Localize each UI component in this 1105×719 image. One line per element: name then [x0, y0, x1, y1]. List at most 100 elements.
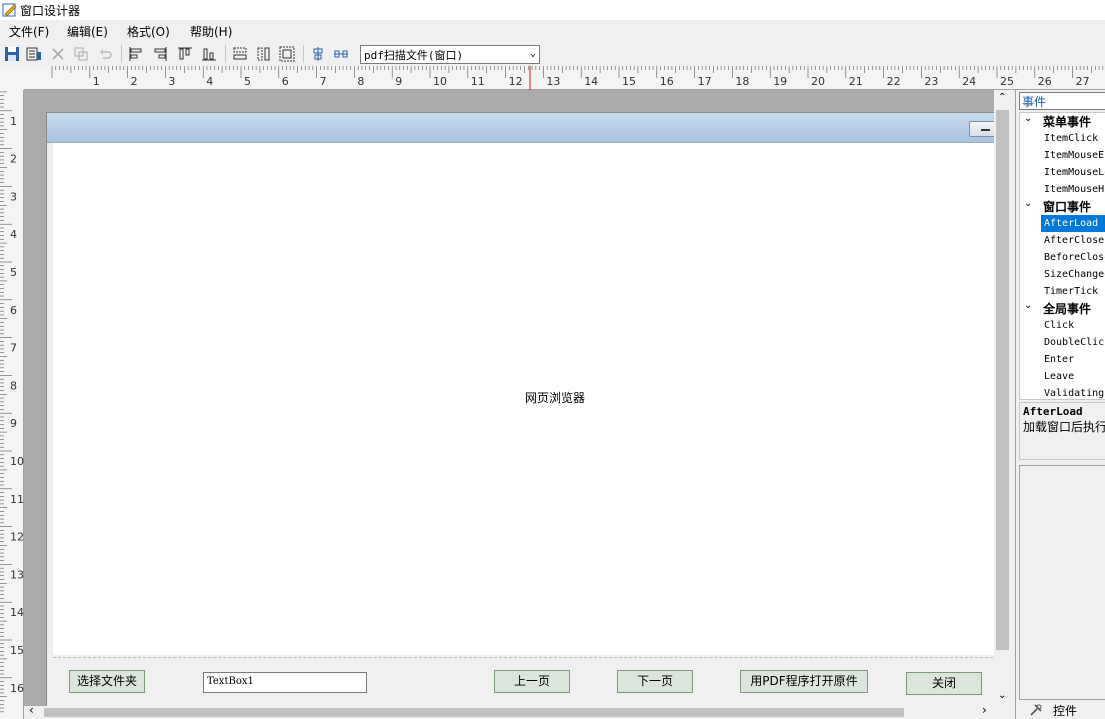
ruler-label: 15 [10, 644, 24, 657]
open-pdf-button[interactable]: 用PDF程序打开原件 [740, 670, 868, 693]
horizontal-ruler-ticks: 1 2 3 4 5 6 7 8 9 10 11 12 13 14 15 16 17 18 19 20 21 22 23 24 2… [51, 66, 1104, 90]
event-item-selected[interactable]: AfterLoad [1041, 215, 1105, 232]
designer-icon [2, 3, 17, 17]
window-select[interactable]: pdf扫描文件(窗口) ⌄ [360, 45, 540, 64]
chevron-down-icon[interactable]: ⌄ [1024, 300, 1032, 311]
textbox1-input[interactable]: TextBox1 [203, 672, 367, 693]
menu-bar: 文件(F) 编辑(E) 格式(O) 帮助(H) [0, 20, 1105, 42]
event-item[interactable]: Validating [1041, 385, 1105, 399]
horizontal-scrollbar[interactable]: ‹ › [24, 703, 994, 719]
event-tree: ⌄ 菜单事件 ItemClick ItemMouseEnter ItemMous… [1019, 112, 1105, 400]
event-item[interactable]: AfterClose [1041, 232, 1105, 249]
window-select-value: pdf扫描文件(窗口) [364, 49, 464, 62]
ruler-label: 10 [433, 75, 447, 88]
menu-file[interactable]: 文件(F) [9, 23, 49, 40]
next-page-button[interactable]: 下一页 [617, 670, 693, 693]
select-folder-button[interactable]: 选择文件夹 [69, 670, 145, 693]
scroll-left-icon[interactable]: ‹ [29, 703, 34, 717]
same-height-icon[interactable] [256, 46, 272, 62]
event-item[interactable]: BeforeClose [1041, 249, 1105, 266]
vertical-ruler: 1234567891011121314151617 [0, 90, 24, 719]
event-item[interactable]: SizeChanged [1041, 266, 1105, 283]
ruler-label: 1 [10, 115, 17, 128]
ruler-label: 7 [10, 342, 17, 355]
toolbar-separator [303, 45, 304, 63]
same-width-icon[interactable] [232, 46, 248, 62]
menu-edit[interactable]: 编辑(E) [67, 23, 108, 40]
ruler-label: 20 [811, 75, 825, 88]
event-item[interactable]: ItemMouseLeave [1041, 164, 1105, 181]
ruler-label: 27 [1076, 75, 1090, 88]
copy-icon[interactable] [73, 46, 89, 62]
ruler-label: 25 [1000, 75, 1014, 88]
event-description-title: AfterLoad [1023, 405, 1083, 418]
toolbar-separator [225, 45, 226, 63]
save-all-icon[interactable] [26, 46, 42, 62]
center-horizontal-icon[interactable] [333, 46, 349, 62]
chevron-down-icon[interactable]: ⌄ [1024, 113, 1032, 124]
designed-form[interactable]: 网页浏览器 选择文件夹 TextBox1 上一页 下一页 用PDF程序打开原件 … [46, 112, 994, 706]
save-icon[interactable] [4, 46, 20, 62]
event-item[interactable]: TimerTick [1041, 283, 1105, 300]
tab-controls[interactable]: 控件 [1019, 702, 1105, 719]
close-button[interactable]: 关闭 [906, 672, 982, 695]
align-left-icon[interactable] [128, 46, 144, 62]
script-editor-area[interactable] [1019, 465, 1105, 700]
tab-controls-label: 控件 [1053, 704, 1078, 718]
event-description-text: 加载窗口后执行 [1023, 420, 1105, 434]
category-window-events[interactable]: ⌄ 窗口事件 [1020, 198, 1105, 215]
ruler-label: 12 [10, 531, 24, 544]
event-description: AfterLoad 加载窗口后执行 [1019, 402, 1105, 460]
category-label: 窗口事件 [1043, 200, 1092, 214]
ruler-label: 4 [10, 228, 17, 241]
event-item[interactable]: DoubleClick [1041, 334, 1105, 351]
ruler-label: 15 [622, 75, 636, 88]
ruler-label: 3 [10, 190, 17, 203]
scroll-right-icon[interactable]: › [982, 703, 987, 717]
form-caption-bar [47, 113, 994, 143]
ruler-label: 16 [10, 682, 24, 695]
event-item[interactable]: Leave [1041, 368, 1105, 385]
event-item[interactable]: Enter [1041, 351, 1105, 368]
event-item[interactable]: Click [1041, 317, 1105, 334]
ruler-label: 10 [10, 455, 24, 468]
vertical-scroll-thumb[interactable] [996, 110, 1009, 650]
horizontal-ruler: 1 2 3 4 5 6 7 8 9 10 11 12 13 14 15 16 17 18 19 20 21 22 23 24 2… [24, 66, 1105, 90]
same-size-icon[interactable] [279, 46, 295, 62]
ruler-label: 5 [10, 266, 17, 279]
align-top-icon[interactable] [177, 46, 193, 62]
window-title: 窗口设计器 [20, 4, 81, 18]
ruler-label: 24 [962, 75, 976, 88]
prev-page-button[interactable]: 上一页 [494, 670, 570, 693]
ruler-corner [0, 66, 24, 90]
ruler-label: 7 [320, 75, 327, 88]
ruler-label: 18 [735, 75, 749, 88]
toolbar: pdf扫描文件(窗口) ⌄ [0, 42, 1105, 66]
web-browser-control[interactable]: 网页浏览器 [53, 143, 994, 655]
ruler-label: 26 [1038, 75, 1052, 88]
vertical-scrollbar[interactable]: ⌃ ⌄ [994, 90, 1011, 706]
tools-icon [1030, 704, 1042, 716]
align-bottom-icon[interactable] [201, 46, 217, 62]
ruler-label: 2 [10, 153, 17, 166]
minimize-icon[interactable] [969, 121, 994, 137]
ruler-label: 5 [244, 75, 251, 88]
event-item[interactable]: ItemClick [1041, 130, 1105, 147]
category-global-events[interactable]: ⌄ 全局事件 [1020, 300, 1105, 317]
button-panel: 选择文件夹 TextBox1 上一页 下一页 用PDF程序打开原件 关闭 [53, 657, 994, 706]
category-menu-events[interactable]: ⌄ 菜单事件 [1020, 113, 1105, 130]
delete-icon[interactable] [50, 46, 66, 62]
event-search-input[interactable]: 事件 [1019, 92, 1105, 110]
menu-help[interactable]: 帮助(H) [190, 23, 232, 40]
scroll-down-icon[interactable]: ⌄ [998, 690, 1006, 701]
chevron-down-icon: ⌄ [529, 48, 536, 59]
chevron-down-icon[interactable]: ⌄ [1024, 198, 1032, 209]
undo-icon[interactable] [97, 46, 113, 62]
horizontal-scroll-thumb[interactable] [44, 708, 904, 717]
align-right-icon[interactable] [152, 46, 168, 62]
event-item[interactable]: ItemMouseHover [1041, 181, 1105, 198]
center-vertical-icon[interactable] [310, 46, 326, 62]
scroll-up-icon[interactable]: ⌃ [998, 92, 1006, 103]
event-item[interactable]: ItemMouseEnter [1041, 147, 1105, 164]
menu-format[interactable]: 格式(O) [127, 23, 170, 40]
